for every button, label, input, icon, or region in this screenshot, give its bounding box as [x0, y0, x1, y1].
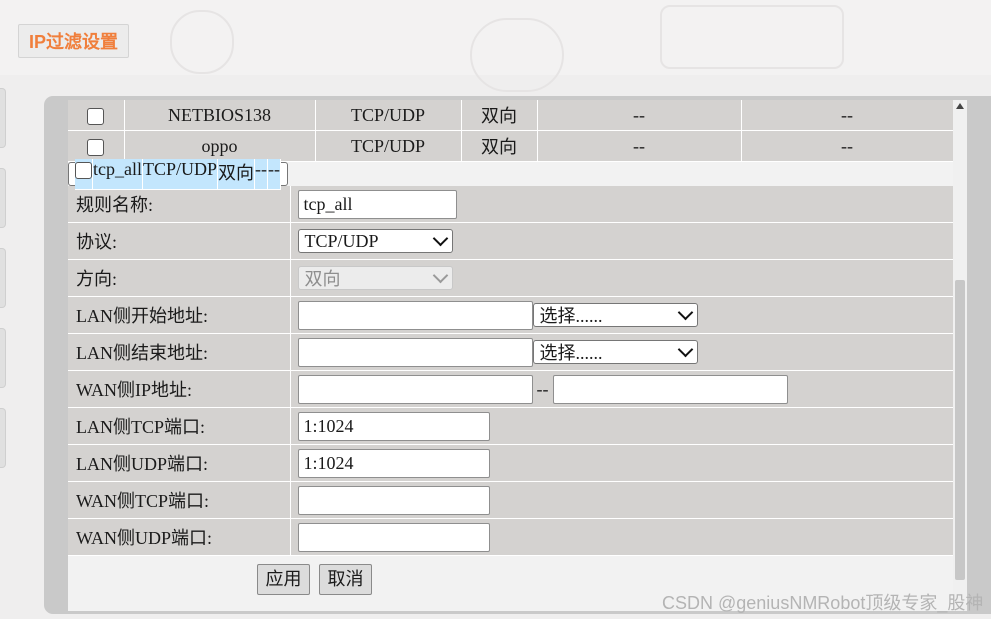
vertical-scrollbar[interactable]: [953, 100, 967, 611]
rule-protocol-cell: TCP/UDP: [142, 158, 219, 190]
rule-name-input[interactable]: tcp_all: [297, 189, 457, 219]
wan-tcp-port-input[interactable]: [297, 485, 490, 515]
table-row-selected[interactable]: tcp_all TCP/UDP 双向 -- --: [68, 158, 289, 190]
background-decoration: [170, 10, 234, 74]
side-nav-tab[interactable]: [0, 168, 6, 228]
lan-end-select[interactable]: 选择......: [532, 340, 698, 364]
protocol-select-value: TCP/UDP: [304, 230, 379, 251]
rule-direction-cell: 双向: [461, 130, 538, 162]
apply-button[interactable]: 应用: [257, 564, 310, 595]
rule-protocol-cell: TCP/UDP: [315, 100, 462, 131]
side-nav-tab[interactable]: [0, 88, 6, 148]
background-decoration: [470, 18, 564, 92]
watermark: CSDN @geniusNMRobot顶级专家_股神: [662, 593, 984, 613]
rule-cell: --: [741, 130, 953, 162]
rule-cell: --: [537, 100, 742, 131]
row-checkbox[interactable]: [75, 161, 92, 179]
lan-start-label: LAN侧开始地址:: [68, 296, 291, 334]
lan-end-select-value: 选择......: [539, 343, 603, 363]
rule-protocol-cell: TCP/UDP: [315, 130, 462, 162]
direction-select-value: 双向: [304, 269, 341, 289]
wan-udp-port-input[interactable]: [297, 522, 490, 552]
rule-cell: --: [741, 100, 953, 131]
wan-ip-to-input[interactable]: [552, 374, 788, 404]
protocol-select[interactable]: TCP/UDP: [297, 229, 453, 253]
lan-end-input[interactable]: [297, 337, 533, 367]
direction-select-disabled: 双向: [297, 266, 453, 290]
side-nav-tab[interactable]: [0, 328, 6, 388]
lan-start-input[interactable]: [297, 300, 533, 330]
ip-filter-settings-tab[interactable]: IP过滤设置: [18, 24, 130, 58]
wan-tcp-port-label: WAN侧TCP端口:: [68, 481, 291, 519]
side-nav-tab[interactable]: [0, 408, 6, 468]
chevron-down-icon: [432, 267, 448, 284]
lan-tcp-port-label: LAN侧TCP端口:: [68, 407, 291, 445]
side-nav-tab[interactable]: [0, 248, 6, 308]
chevron-down-icon: [432, 230, 448, 247]
table-row[interactable]: NETBIOS138 TCP/UDP 双向 -- --: [68, 100, 953, 131]
rule-name-cell: NETBIOS138: [124, 100, 316, 131]
chevron-down-icon: [677, 341, 693, 358]
table-row[interactable]: oppo TCP/UDP 双向 -- --: [68, 130, 953, 162]
rule-edit-form: 规则名称: tcp_all 协议: TCP/UDP 方向: 双向 LAN侧开始地…: [68, 186, 953, 556]
chevron-down-icon: [677, 304, 693, 321]
rule-direction-cell: 双向: [218, 158, 256, 190]
rule-direction-cell: 双向: [461, 100, 538, 131]
cancel-button[interactable]: 取消: [319, 564, 372, 595]
wan-ip-from-input[interactable]: [297, 374, 533, 404]
protocol-label: 协议:: [68, 222, 291, 260]
lan-end-label: LAN侧结束地址:: [68, 333, 291, 371]
settings-scroll-area: NETBIOS138 TCP/UDP 双向 -- -- oppo TCP/UDP…: [68, 100, 953, 611]
scroll-up-arrow-icon[interactable]: [956, 103, 964, 109]
row-checkbox[interactable]: [87, 107, 105, 125]
rule-cell: --: [268, 158, 282, 190]
lan-udp-port-label: LAN侧UDP端口:: [68, 444, 291, 482]
lan-tcp-port-input[interactable]: 1:1024: [297, 411, 490, 441]
row-checkbox[interactable]: [87, 138, 105, 156]
lan-udp-port-input[interactable]: 1:1024: [297, 448, 490, 478]
range-separator: --: [536, 378, 549, 399]
rule-name-label: 规则名称:: [68, 186, 291, 223]
scrollbar-thumb[interactable]: [955, 280, 965, 580]
lan-start-select[interactable]: 选择......: [532, 303, 698, 327]
filter-rules-table: NETBIOS138 TCP/UDP 双向 -- -- oppo TCP/UDP…: [68, 100, 953, 190]
rule-name-cell: tcp_all: [93, 158, 143, 190]
background-decoration: [660, 5, 844, 69]
wan-udp-port-label: WAN侧UDP端口:: [68, 518, 291, 556]
direction-label: 方向:: [68, 259, 291, 297]
wan-ip-label: WAN侧IP地址:: [68, 370, 291, 408]
lan-start-select-value: 选择......: [539, 306, 603, 326]
rule-cell: --: [537, 130, 742, 162]
rule-name-cell: oppo: [124, 130, 316, 162]
rule-cell: --: [255, 158, 269, 190]
